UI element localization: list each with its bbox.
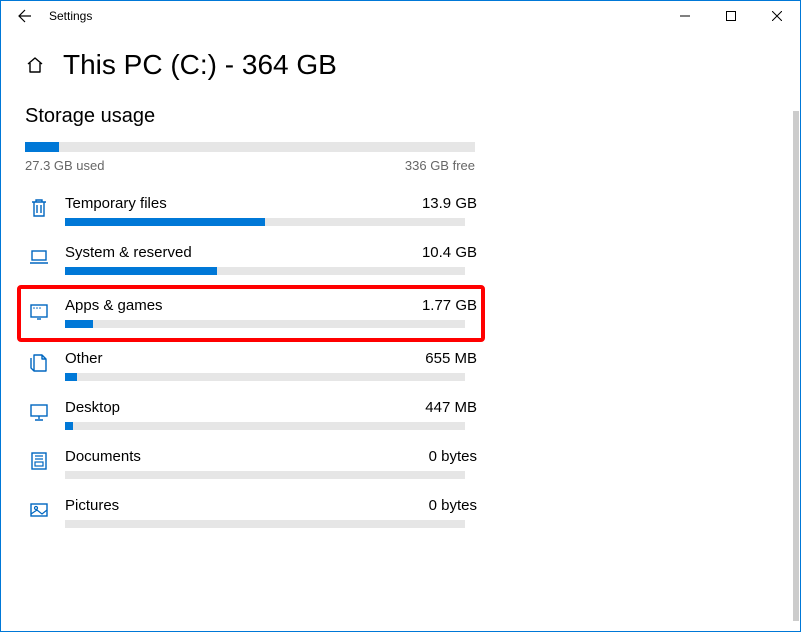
- home-icon: [25, 55, 45, 75]
- settings-window: Settings This PC (C:) - 364 GB Storage u…: [0, 0, 801, 632]
- category-bar: [65, 422, 465, 430]
- category-bar-fill: [65, 320, 93, 328]
- maximize-icon: [726, 11, 736, 21]
- category-size: 447 MB: [425, 399, 477, 416]
- page-header: This PC (C:) - 364 GB: [1, 31, 800, 89]
- page-icon: [25, 352, 53, 374]
- storage-category-pics[interactable]: Pictures 0 bytes: [25, 489, 477, 538]
- close-icon: [772, 11, 782, 21]
- category-size: 0 bytes: [429, 448, 477, 465]
- monitor-icon: [25, 401, 53, 423]
- category-name: Desktop: [65, 399, 120, 416]
- category-bar-fill: [65, 267, 217, 275]
- category-size: 1.77 GB: [422, 297, 477, 314]
- storage-category-apps[interactable]: Apps & games 1.77 GB: [17, 285, 485, 342]
- used-label: 27.3 GB used: [25, 158, 105, 173]
- category-name: Apps & games: [65, 297, 163, 314]
- category-bar: [65, 520, 465, 528]
- category-bar: [65, 218, 465, 226]
- category-name: Pictures: [65, 497, 119, 514]
- category-body: Other 655 MB: [65, 350, 477, 381]
- category-bar: [65, 471, 465, 479]
- picture-icon: [25, 499, 53, 521]
- category-body: Apps & games 1.77 GB: [65, 297, 477, 328]
- category-body: Documents 0 bytes: [65, 448, 477, 479]
- app-title: Settings: [49, 9, 92, 23]
- category-bar: [65, 320, 465, 328]
- category-name: System & reserved: [65, 244, 192, 261]
- maximize-button[interactable]: [708, 1, 754, 31]
- category-name: Temporary files: [65, 195, 167, 212]
- category-body: System & reserved 10.4 GB: [65, 244, 477, 275]
- category-bar-fill: [65, 218, 265, 226]
- category-size: 0 bytes: [429, 497, 477, 514]
- category-body: Pictures 0 bytes: [65, 497, 477, 528]
- titlebar: Settings: [1, 1, 800, 31]
- section-title: Storage usage: [25, 105, 477, 128]
- category-bar-fill: [65, 422, 73, 430]
- apps-icon: [25, 299, 53, 321]
- page-title: This PC (C:) - 364 GB: [63, 49, 337, 81]
- storage-category-desktop[interactable]: Desktop 447 MB: [25, 391, 477, 440]
- document-icon: [25, 450, 53, 472]
- category-bar: [65, 373, 465, 381]
- home-button[interactable]: [25, 55, 45, 75]
- vertical-scrollbar[interactable]: [793, 111, 799, 621]
- minimize-button[interactable]: [662, 1, 708, 31]
- storage-category-system[interactable]: System & reserved 10.4 GB: [25, 236, 477, 285]
- category-body: Temporary files 13.9 GB: [65, 195, 477, 226]
- close-button[interactable]: [754, 1, 800, 31]
- trash-icon: [25, 197, 53, 219]
- window-controls: [662, 1, 800, 31]
- storage-category-other[interactable]: Other 655 MB: [25, 342, 477, 391]
- category-name: Other: [65, 350, 103, 367]
- laptop-icon: [25, 246, 53, 268]
- overall-usage-bar: [25, 142, 475, 152]
- storage-category-temp[interactable]: Temporary files 13.9 GB: [25, 187, 477, 236]
- category-size: 655 MB: [425, 350, 477, 367]
- category-body: Desktop 447 MB: [65, 399, 477, 430]
- free-label: 336 GB free: [405, 158, 475, 173]
- minimize-icon: [680, 11, 690, 21]
- category-bar: [65, 267, 465, 275]
- category-name: Documents: [65, 448, 141, 465]
- storage-category-docs[interactable]: Documents 0 bytes: [25, 440, 477, 489]
- overall-labels: 27.3 GB used 336 GB free: [25, 158, 475, 173]
- back-button[interactable]: [9, 1, 41, 31]
- category-bar-fill: [65, 373, 77, 381]
- category-size: 13.9 GB: [422, 195, 477, 212]
- back-arrow-icon: [17, 8, 33, 24]
- category-size: 10.4 GB: [422, 244, 477, 261]
- content-area: Storage usage 27.3 GB used 336 GB free T…: [1, 89, 501, 538]
- overall-usage-fill: [25, 142, 59, 152]
